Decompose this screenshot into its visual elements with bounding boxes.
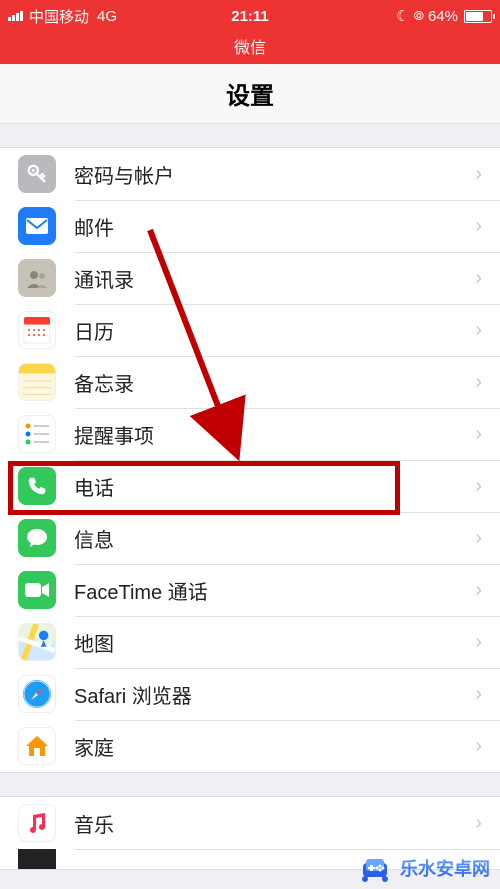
chevron-right-icon: › <box>475 527 482 550</box>
chevron-right-icon: › <box>475 163 482 186</box>
chevron-right-icon: › <box>475 579 482 602</box>
row-notes[interactable]: 备忘录 › <box>0 356 500 408</box>
chevron-right-icon: › <box>475 475 482 498</box>
status-time: 21:11 <box>231 8 269 25</box>
row-label: 通讯录 <box>74 264 475 293</box>
facetime-icon <box>18 571 56 609</box>
chevron-right-icon: › <box>475 267 482 290</box>
row-home[interactable]: 家庭 › <box>0 720 500 772</box>
chevron-right-icon: › <box>475 215 482 238</box>
row-messages[interactable]: 信息 › <box>0 512 500 564</box>
row-passwords[interactable]: 密码与帐户 › <box>0 148 500 200</box>
safari-icon <box>18 675 56 713</box>
row-label: 音乐 <box>74 809 475 838</box>
row-mail[interactable]: 邮件 › <box>0 200 500 252</box>
music-icon <box>18 804 56 842</box>
page-title: 设置 <box>0 64 500 124</box>
row-label: 地图 <box>74 628 475 657</box>
watermark: 乐水安卓网 <box>360 853 490 883</box>
row-label: Safari 浏览器 <box>74 680 475 709</box>
status-left: 中国移动 4G <box>8 6 117 27</box>
chevron-right-icon: › <box>475 735 482 758</box>
phone-icon <box>18 467 56 505</box>
chevron-right-icon: › <box>475 319 482 342</box>
row-music[interactable]: 音乐 › <box>0 797 500 849</box>
row-facetime[interactable]: FaceTime 通话 › <box>0 564 500 616</box>
maps-icon <box>18 623 56 661</box>
messages-icon <box>18 519 56 557</box>
moon-icon: ☾ <box>396 7 409 25</box>
watermark-logo-icon <box>360 853 394 883</box>
row-label: 备忘录 <box>74 368 475 397</box>
row-label: 提醒事项 <box>74 420 475 449</box>
home-icon <box>18 727 56 765</box>
row-reminders[interactable]: 提醒事项 › <box>0 408 500 460</box>
nav-title: 微信 <box>0 32 500 64</box>
notes-icon <box>18 363 56 401</box>
row-calendar[interactable]: 日历 › <box>0 304 500 356</box>
battery-pct: 64% <box>428 8 458 25</box>
row-label: 信息 <box>74 524 475 553</box>
chevron-right-icon: › <box>475 683 482 706</box>
contacts-icon <box>18 259 56 297</box>
watermark-text: 乐水安卓网 <box>400 855 490 881</box>
status-right: ☾ ⦾ 64% <box>396 7 492 25</box>
row-label: 日历 <box>74 316 475 345</box>
status-bar: 中国移动 4G 21:11 ☾ ⦾ 64% <box>0 0 500 32</box>
row-label: 电话 <box>74 472 475 501</box>
row-maps[interactable]: 地图 › <box>0 616 500 668</box>
carrier-label: 中国移动 <box>29 6 89 27</box>
row-contacts[interactable]: 通讯录 › <box>0 252 500 304</box>
mail-icon <box>18 207 56 245</box>
chevron-right-icon: › <box>475 812 482 835</box>
generic-icon <box>18 849 56 869</box>
alarm-icon: ⦾ <box>414 8 424 24</box>
calendar-icon <box>18 311 56 349</box>
key-icon <box>18 155 56 193</box>
chevron-right-icon: › <box>475 371 482 394</box>
network-label: 4G <box>97 8 117 25</box>
signal-icon <box>8 11 23 21</box>
row-label: FaceTime 通话 <box>74 576 475 605</box>
settings-section-1: 密码与帐户 › 邮件 › 通讯录 › 日历 › 备忘录 › 提醒事项 › <box>0 147 500 773</box>
chevron-right-icon: › <box>475 631 482 654</box>
row-phone[interactable]: 电话 › <box>0 460 500 512</box>
chevron-right-icon: › <box>475 423 482 446</box>
row-safari[interactable]: Safari 浏览器 › <box>0 668 500 720</box>
reminders-icon <box>18 415 56 453</box>
battery-icon <box>464 10 492 23</box>
row-label: 密码与帐户 <box>74 160 475 189</box>
row-label: 邮件 <box>74 212 475 241</box>
row-label: 家庭 <box>74 732 475 761</box>
